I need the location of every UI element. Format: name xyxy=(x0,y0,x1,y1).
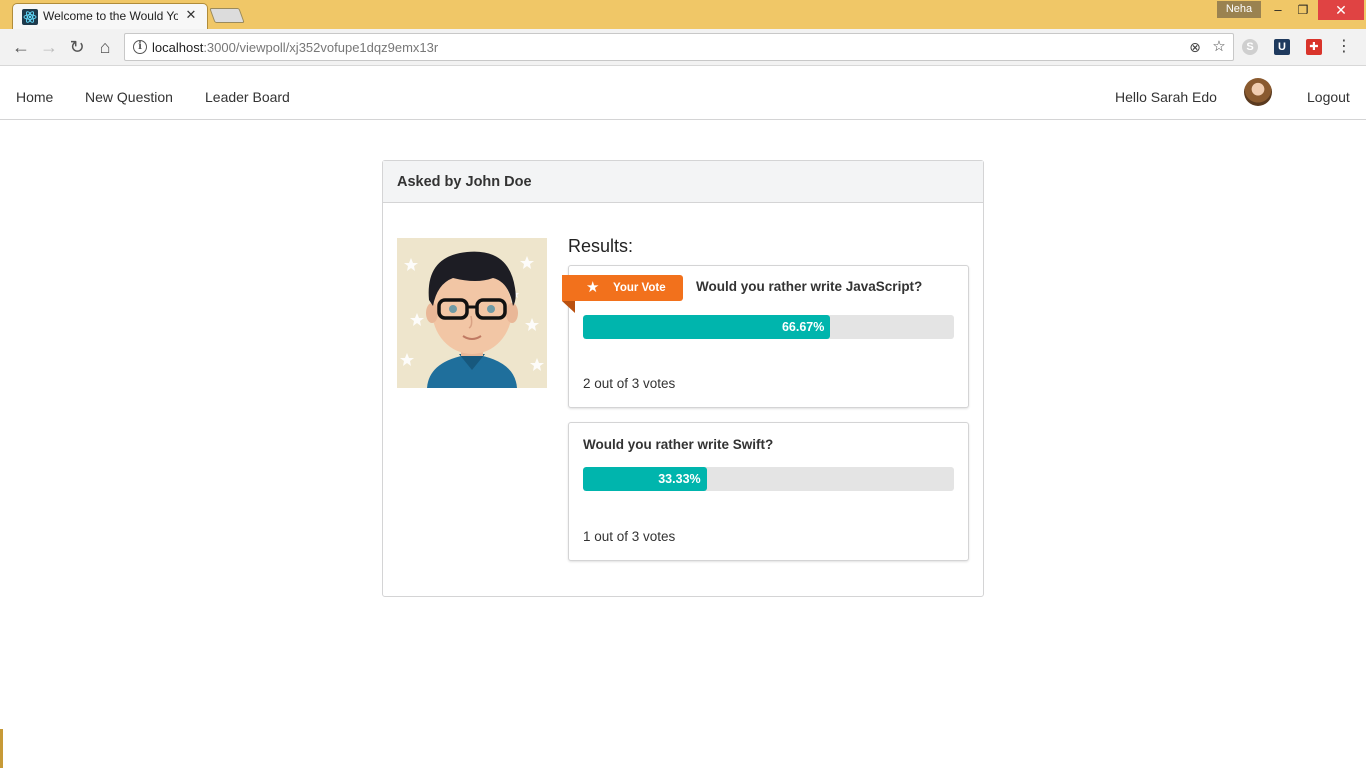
reload-icon[interactable]: ↻ xyxy=(66,36,88,58)
progress-label: 33.33% xyxy=(658,472,701,486)
forward-icon[interactable]: → xyxy=(38,36,60,58)
progress-label: 66.67% xyxy=(781,320,825,334)
user-avatar xyxy=(1244,78,1272,106)
skype-extension-icon[interactable]: S xyxy=(1242,39,1258,55)
url-text[interactable]: localhost:3000/viewpoll/xj352vofupe1dqz9… xyxy=(152,40,438,55)
bookmark-star-icon[interactable]: ☆ xyxy=(1211,39,1227,55)
translate-icon[interactable]: ⊗ xyxy=(1187,39,1203,55)
nav-logout[interactable]: Logout xyxy=(1307,89,1350,105)
tab-title: Welcome to the Would You Rather App xyxy=(43,9,178,23)
window-close-button[interactable]: ✕ xyxy=(1318,0,1364,20)
browser-titlebar: Welcome to the Would You Rather App ✕ Ne… xyxy=(0,0,1366,29)
results-title: Results: xyxy=(568,236,634,256)
close-icon[interactable]: ✕ xyxy=(183,7,199,23)
info-icon[interactable]: i xyxy=(133,40,147,54)
new-tab-button[interactable] xyxy=(209,8,245,23)
nav-leader-board[interactable]: Leader Board xyxy=(205,89,290,105)
your-vote-ribbon: ★ Your Vote xyxy=(562,275,683,313)
app-navbar: Home New Question Leader Board Hello Sar… xyxy=(0,66,1366,120)
restore-button[interactable]: ❐ xyxy=(1291,0,1315,20)
option-text: Would you rather write JavaScript? xyxy=(696,279,923,294)
upwork-extension-icon[interactable]: U xyxy=(1274,39,1290,55)
profile-chip[interactable]: Neha xyxy=(1217,1,1261,18)
option-text: Would you rather write Swift? xyxy=(583,437,774,452)
progress-bar: 66.67% xyxy=(583,315,954,339)
minimize-button[interactable]: – xyxy=(1266,0,1290,20)
user-greeting: Hello Sarah Edo xyxy=(1115,89,1217,105)
poll-option-1: ★ Your Vote Would you rather write JavaS… xyxy=(562,265,969,408)
vote-count: 2 out of 3 votes xyxy=(583,376,676,391)
progress-bar: 33.33% xyxy=(583,467,954,491)
nav-home[interactable]: Home xyxy=(16,89,53,105)
star-icon: ★ xyxy=(586,279,600,296)
react-icon xyxy=(22,9,38,25)
url-path: :3000/viewpoll/xj352vofupe1dqz9emx13r xyxy=(203,40,439,55)
vote-count: 1 out of 3 votes xyxy=(583,529,676,544)
progress-fill: 66.67% xyxy=(583,315,831,339)
poll-card: Asked by John Doe Results: ★ Your Vote W… xyxy=(382,160,984,597)
gift-extension-icon[interactable]: ✚ xyxy=(1306,39,1322,55)
browser-toolbar: ← → ↻ ⌂ i localhost:3000/viewpoll/xj352v… xyxy=(0,29,1366,66)
progress-fill: 33.33% xyxy=(583,467,707,491)
your-vote-label: Your Vote xyxy=(613,282,666,294)
url-host: localhost xyxy=(152,40,204,55)
author-avatar xyxy=(397,238,547,388)
browser-menu-icon[interactable]: ⋮ xyxy=(1336,37,1352,57)
taskbar-edge xyxy=(0,729,3,768)
nav-new-question[interactable]: New Question xyxy=(85,89,173,105)
browser-tab[interactable]: Welcome to the Would You Rather App ✕ xyxy=(12,3,208,29)
card-header: Asked by John Doe xyxy=(383,161,983,203)
home-icon[interactable]: ⌂ xyxy=(94,36,116,58)
address-bar[interactable]: i localhost:3000/viewpoll/xj352vofupe1dq… xyxy=(124,33,1234,61)
back-icon[interactable]: ← xyxy=(10,36,32,58)
poll-option-2: Would you rather write Swift? 33.33% 1 o… xyxy=(568,422,969,561)
